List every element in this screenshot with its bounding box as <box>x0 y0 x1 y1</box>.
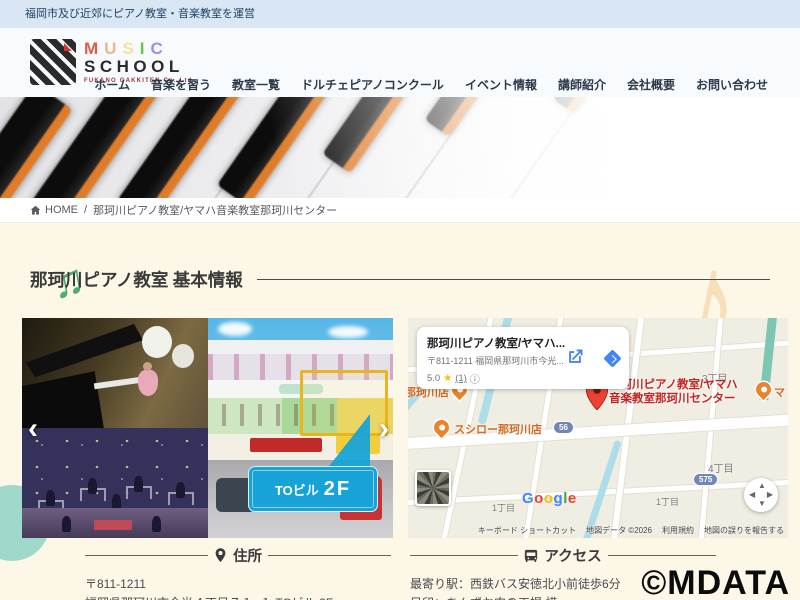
info-icon[interactable]: ⓘ <box>470 371 480 386</box>
carousel-prev-button[interactable]: ‹ <box>28 414 54 444</box>
directions-button[interactable] <box>601 347 623 369</box>
nav-item-home[interactable]: ホーム <box>94 76 130 93</box>
main-section: ♫ ♪ 那珂川ピアノ教室 基本情報 <box>0 223 800 600</box>
nav-item-contact[interactable]: お問い合わせ <box>696 76 768 93</box>
address-block: 住所 〒811-1211 福岡県那珂川市今光４丁目７１−１ TOビル 2F <box>85 545 391 600</box>
address-heading: 住所 <box>85 545 391 566</box>
section-header: 那珂川ピアノ教室 基本情報 <box>30 267 770 292</box>
map-pin-icon <box>214 548 227 563</box>
keyboard-shortcuts-link[interactable]: キーボード ショートカット <box>478 525 576 536</box>
nav-item-instructors[interactable]: 講師紹介 <box>558 76 606 93</box>
nav-item-event-info[interactable]: イベント情報 <box>465 76 537 93</box>
postal-code: 〒811-1211 <box>85 575 391 594</box>
google-map[interactable]: 3丁目 4丁目 1丁目 1丁目 那珂川店 スシロー那珂川店 マ 56 575 那… <box>408 318 788 538</box>
poi-label-truncated[interactable]: マ <box>774 384 785 400</box>
map-card-rating: 5.0 ★ (1) ⓘ <box>427 371 619 386</box>
photo-carousel[interactable]: TOビル 2F ‹ › <box>22 318 393 538</box>
page: 福岡市及び近郊にピアノ教室・音楽教室を運営 MUSIC SCHOOL FUKAN… <box>0 0 800 600</box>
map-card-title: 那珂川ピアノ教室/ヤマハ... <box>427 335 619 351</box>
map-district-label: 1丁目 <box>656 495 679 508</box>
nav-item-classroom-list[interactable]: 教室一覧 <box>232 76 280 93</box>
map-district-label: 1丁目 <box>492 501 515 514</box>
top-info-text: 福岡市及び近郊にピアノ教室・音楽教室を運営 <box>25 8 255 20</box>
site-header: MUSIC SCHOOL FUKANO GAKKITEN Co.,Ltd. ホー… <box>0 28 800 97</box>
carousel-next-button[interactable]: › <box>363 414 389 444</box>
building-red-sign <box>250 438 322 452</box>
reviews-link[interactable]: (1) <box>455 373 467 384</box>
access-heading-text: アクセス <box>544 545 601 566</box>
bus-icon <box>524 549 538 563</box>
home-icon <box>30 205 41 216</box>
main-nav: ホーム 音楽を習う 教室一覧 ドルチェピアノコンクール イベント情報 講師紹介 … <box>94 76 768 93</box>
nav-item-learn-music[interactable]: 音楽を習う <box>151 76 211 93</box>
open-in-maps-button[interactable] <box>565 347 585 372</box>
street-address: 福岡県那珂川市今光４丁目７１−１ TOビル 2F <box>85 594 391 600</box>
logo-music-word: MUSIC <box>84 40 195 58</box>
map-attribution: キーボード ショートカット 地図データ ©2026 利用規約 地図の誤りを報告す… <box>408 525 788 536</box>
map-data-copyright: 地図データ ©2026 <box>586 525 652 536</box>
report-error-link[interactable]: 地図の誤りを報告する <box>704 525 784 536</box>
logo-stripes-icon <box>30 39 76 85</box>
section-divider <box>257 279 770 280</box>
breadcrumb-current: 那珂川ピアノ教室/ヤマハ音楽教室那珂川センター <box>93 202 337 218</box>
nav-item-company[interactable]: 会社概要 <box>627 76 675 93</box>
logo-school-word: SCHOOL <box>84 58 195 76</box>
poi-label-sushiro[interactable]: スシロー那珂川店 <box>454 421 542 437</box>
recital-photo <box>22 318 208 428</box>
restaurant-poi-icon[interactable] <box>753 379 774 400</box>
map-district-label: 4丁目 <box>708 460 734 475</box>
section-title: 那珂川ピアノ教室 基本情報 <box>30 267 243 292</box>
building-floor-label: TOビル 2F <box>248 466 378 512</box>
open-in-new-icon <box>565 347 585 367</box>
breadcrumb-home-link[interactable]: HOME <box>30 204 78 216</box>
map-view-thumbnail[interactable] <box>415 470 451 506</box>
breadcrumb: HOME / 那珂川ピアノ教室/ヤマハ音楽教室那珂川センター <box>0 198 800 223</box>
map-info-card: 那珂川ピアノ教室/ヤマハ... 〒811-1211 福岡県那珂川市今光... 5… <box>417 327 629 389</box>
watermark: ©MDATA <box>641 564 790 600</box>
top-info-bar: 福岡市及び近郊にピアノ教室・音楽教室を運営 <box>0 0 800 28</box>
breadcrumb-separator: / <box>84 204 87 216</box>
route-badge-575: 575 <box>694 474 717 485</box>
directions-icon <box>603 349 621 367</box>
map-card-address: 〒811-1211 福岡県那珂川市今光... <box>427 354 619 367</box>
terms-link[interactable]: 利用規約 <box>662 525 694 536</box>
hero-piano-image: 那珂川ピアノ教室/ヤマハ音楽教室那珂川センター <box>0 97 800 198</box>
address-heading-text: 住所 <box>233 545 262 566</box>
access-heading: アクセス <box>410 545 716 566</box>
map-pan-control[interactable]: ▲ ▼ ◀ ▶ <box>744 478 778 512</box>
address-text: 〒811-1211 福岡県那珂川市今光４丁目７１−１ TOビル 2F <box>85 575 391 600</box>
route-badge-56: 56 <box>554 422 573 433</box>
nav-item-dolce-piano-concours[interactable]: ドルチェピアノコンクール <box>301 76 444 93</box>
star-icon: ★ <box>443 373 452 384</box>
stage-photo <box>22 428 208 538</box>
google-logo[interactable]: Google <box>522 490 577 507</box>
